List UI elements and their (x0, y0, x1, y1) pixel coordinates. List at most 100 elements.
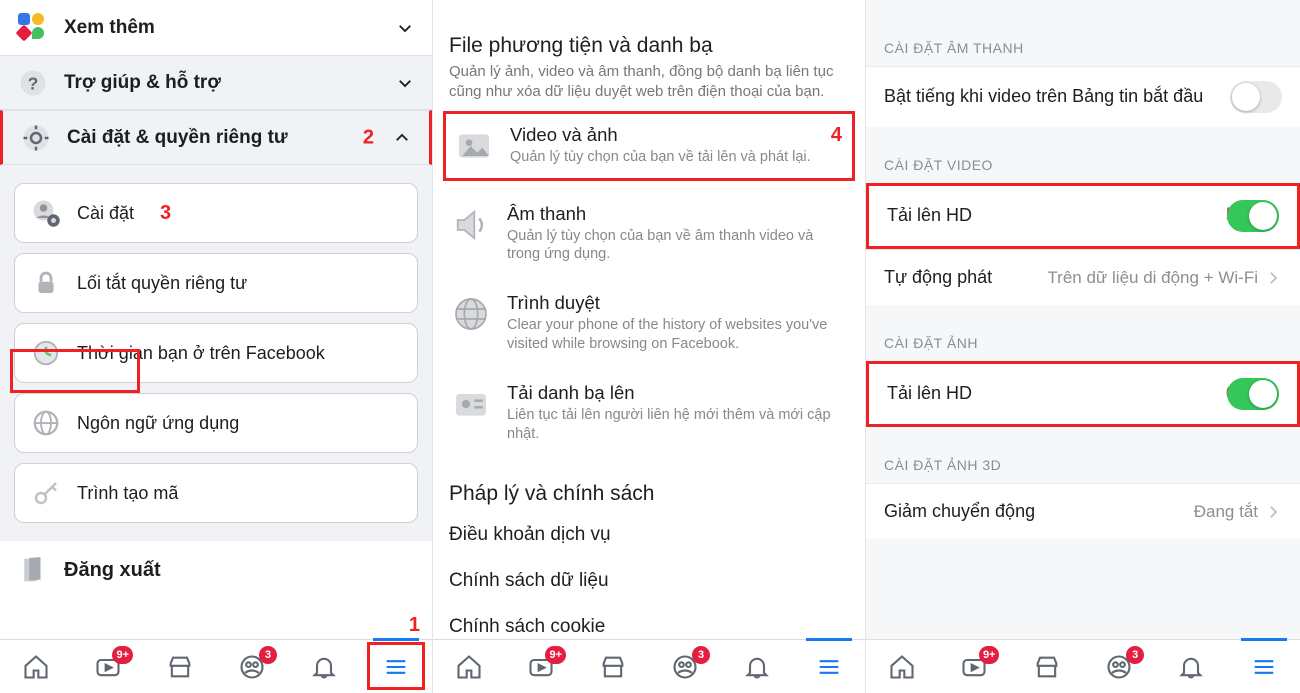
tab-watch[interactable]: 9+ (524, 650, 558, 684)
menu-see-more[interactable]: Xem thêm (0, 0, 432, 55)
tab-menu[interactable] (379, 650, 413, 684)
screen1-content: Xem thêm ? Trợ giúp & hỗ trợ Cài đặt & q… (0, 0, 432, 639)
logout-label: Đăng xuất (64, 559, 161, 582)
media-contacts-title: File phương tiện và danh bạ (449, 34, 849, 58)
tabbar: 9+ 3 (866, 639, 1300, 693)
tabbar: 9+ 3 (0, 639, 432, 693)
photo-icon (452, 124, 496, 168)
section-photo3d-settings: CÀI ĐẶT ẢNH 3D (866, 427, 1300, 483)
legal-terms[interactable]: Điều khoản dịch vụ (449, 512, 849, 558)
tabbar: 9+ 3 (433, 639, 865, 693)
apps-icon (18, 13, 48, 43)
key-icon (31, 478, 61, 508)
item-video-photo[interactable]: Video và ảnh Quản lý tùy chọn của bạn về… (443, 111, 855, 181)
row-video-hd[interactable]: Tải lên HD 5 (866, 183, 1300, 249)
groups-badge: 3 (692, 646, 710, 664)
question-icon: ? (18, 68, 48, 98)
speaker-icon (449, 203, 493, 247)
contact-card-icon (449, 382, 493, 426)
tab-watch[interactable]: 9+ (91, 650, 125, 684)
section-photo-settings: CÀI ĐẶT ẢNH (866, 305, 1300, 361)
screen-media-settings: File phương tiện và danh bạ Quản lý ảnh,… (433, 0, 866, 693)
toggle-video-hd[interactable] (1227, 200, 1279, 232)
tab-home[interactable] (452, 650, 486, 684)
row-autoplay[interactable]: Tự động phát Trên dữ liệu di động + Wi-F… (866, 249, 1300, 305)
submenu-settings[interactable]: Cài đặt 3 (14, 183, 418, 243)
audio-newsfeed-label: Bật tiếng khi video trên Bảng tin bắt đầ… (884, 85, 1230, 108)
submenu-code-generator[interactable]: Trình tạo mã (14, 463, 418, 523)
watch-badge: 9+ (112, 646, 133, 664)
door-icon (18, 555, 48, 585)
tab-marketplace[interactable] (596, 650, 630, 684)
autoplay-value: Trên dữ liệu di động + Wi-Fi (1004, 268, 1258, 288)
toggle-photo-hd[interactable] (1227, 378, 1279, 410)
tab-home[interactable] (19, 650, 53, 684)
groups-badge: 3 (1126, 646, 1144, 664)
legal-cookie-policy[interactable]: Chính sách cookie (449, 604, 849, 639)
item-browser[interactable]: Trình duyệt Clear your phone of the hist… (449, 278, 849, 368)
motion-label: Giảm chuyển động (884, 500, 1194, 523)
tab-groups[interactable]: 3 (235, 650, 269, 684)
chevron-up-icon (393, 129, 411, 147)
tab-home[interactable] (885, 650, 919, 684)
row-audio-newsfeed[interactable]: Bật tiếng khi video trên Bảng tin bắt đầ… (866, 66, 1300, 127)
screen3-content: CÀI ĐẶT ÂM THANH Bật tiếng khi video trê… (866, 0, 1300, 639)
legal-title: Pháp lý và chính sách (449, 482, 849, 506)
menu-settings-privacy[interactable]: Cài đặt & quyền riêng tư 2 (0, 110, 432, 165)
globe-icon (31, 408, 61, 438)
profile-gear-icon (31, 198, 61, 228)
annotation-number-3: 3 (160, 202, 171, 225)
browser-title: Trình duyệt (507, 292, 849, 314)
video-photo-title: Video và ảnh (510, 124, 846, 146)
watch-badge: 9+ (545, 646, 566, 664)
filler (866, 539, 1300, 609)
submenu-your-time[interactable]: Thời gian bạn ở trên Facebook (14, 323, 418, 383)
toggle-audio-newsfeed[interactable] (1230, 81, 1282, 113)
globe-grid-icon (449, 292, 493, 336)
watch-badge: 9+ (979, 646, 1000, 664)
browser-desc: Clear your phone of the history of websi… (507, 316, 849, 354)
privacy-shortcut-label: Lối tắt quyền riêng tư (77, 273, 401, 294)
submenu-privacy-shortcuts[interactable]: Lối tắt quyền riêng tư (14, 253, 418, 313)
section-video-settings: CÀI ĐẶT VIDEO (866, 127, 1300, 183)
tab-notifications[interactable] (1174, 650, 1208, 684)
contacts-desc: Liên tục tải lên người liên hệ mới thêm … (507, 406, 849, 444)
help-label: Trợ giúp & hỗ trợ (64, 72, 396, 94)
tab-notifications[interactable] (740, 650, 774, 684)
svg-text:?: ? (28, 73, 39, 93)
screen-video-settings: CÀI ĐẶT ÂM THANH Bật tiếng khi video trê… (866, 0, 1300, 693)
tab-marketplace[interactable] (163, 650, 197, 684)
tab-groups[interactable]: 3 (668, 650, 702, 684)
row-reduce-motion[interactable]: Giảm chuyển động Đang tắt (866, 483, 1300, 539)
contacts-title: Tải danh bạ lên (507, 382, 849, 404)
submenu-language[interactable]: Ngôn ngữ ứng dụng (14, 393, 418, 453)
screen2-content: File phương tiện và danh bạ Quản lý ảnh,… (433, 0, 865, 639)
menu-help-support[interactable]: ? Trợ giúp & hỗ trợ (0, 55, 432, 110)
video-hd-label: Tải lên HD (887, 204, 1227, 227)
chevron-right-icon (1264, 503, 1282, 521)
settings-privacy-label: Cài đặt & quyền riêng tư (67, 127, 393, 149)
autoplay-label: Tự động phát (884, 266, 992, 289)
annotation-number-1: 1 (409, 614, 420, 637)
your-time-label: Thời gian bạn ở trên Facebook (77, 343, 401, 364)
screen-menu: Xem thêm ? Trợ giúp & hỗ trợ Cài đặt & q… (0, 0, 433, 693)
tab-menu[interactable] (1247, 650, 1281, 684)
tab-menu[interactable] (812, 650, 846, 684)
language-label: Ngôn ngữ ứng dụng (77, 413, 401, 434)
media-contacts-subtitle: Quản lý ảnh, video và âm thanh, đồng bộ … (449, 62, 849, 103)
legal-data-policy[interactable]: Chính sách dữ liệu (449, 558, 849, 604)
item-contacts-upload[interactable]: Tải danh bạ lên Liên tục tải lên người l… (449, 368, 849, 458)
row-photo-hd[interactable]: Tải lên HD 6 (866, 361, 1300, 427)
tab-watch[interactable]: 9+ (957, 650, 991, 684)
item-audio[interactable]: Âm thanh Quản lý tùy chọn của bạn về âm … (449, 189, 849, 279)
annotation-number-2: 2 (363, 126, 374, 149)
menu-logout[interactable]: Đăng xuất (0, 541, 432, 599)
tab-notifications[interactable] (307, 650, 341, 684)
tab-groups[interactable]: 3 (1102, 650, 1136, 684)
chevron-down-icon (396, 19, 414, 37)
settings-label: Cài đặt (77, 203, 401, 224)
lock-icon (31, 268, 61, 298)
settings-submenu: Cài đặt 3 Lối tắt quyền riêng tư Thời gi… (0, 165, 432, 541)
chevron-right-icon (1264, 269, 1282, 287)
tab-marketplace[interactable] (1030, 650, 1064, 684)
